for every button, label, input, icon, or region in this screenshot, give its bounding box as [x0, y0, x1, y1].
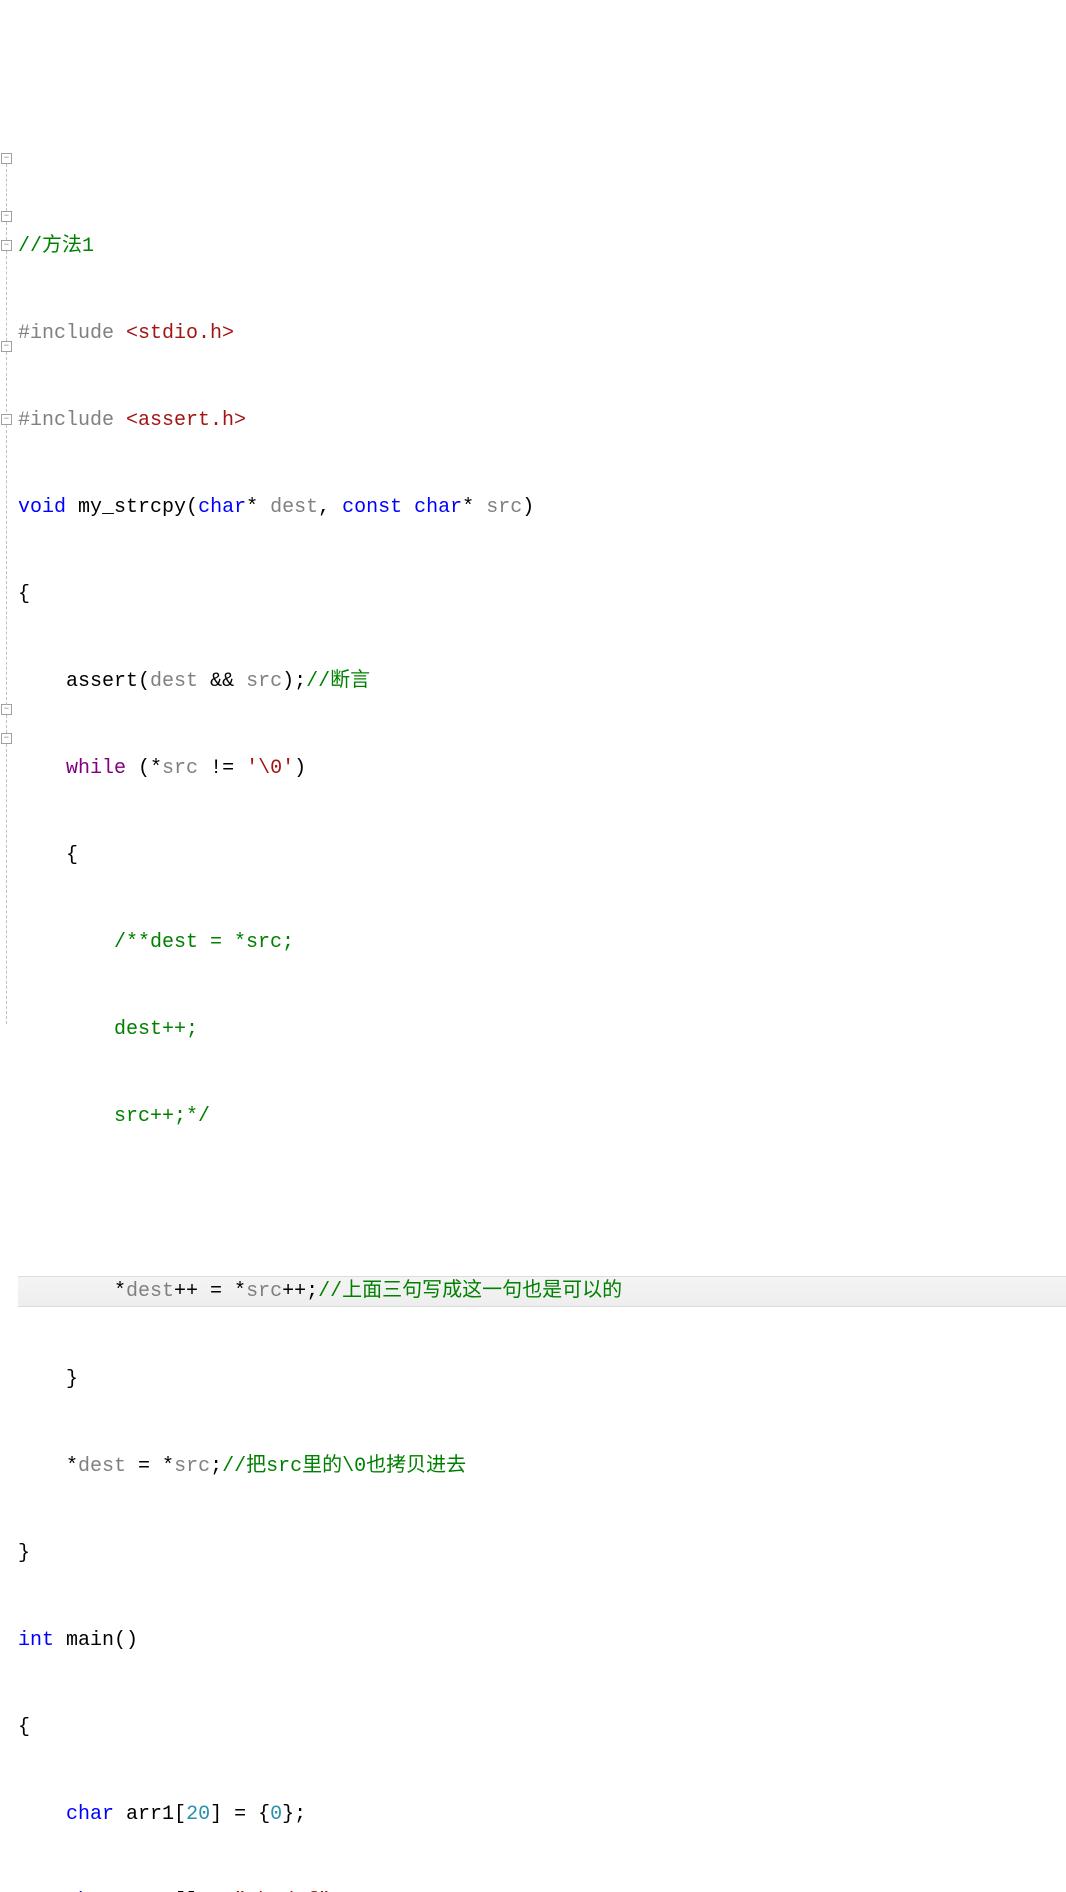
type: char	[66, 1890, 114, 1892]
code-line[interactable]: int main()	[18, 1626, 1066, 1655]
comment: /**dest = *src;	[114, 931, 294, 954]
number: 0	[270, 1803, 282, 1826]
identifier: dest	[126, 1280, 174, 1303]
fold-marker[interactable]: −	[1, 341, 12, 352]
type: char	[66, 1803, 114, 1826]
fold-marker[interactable]: −	[1, 704, 12, 715]
code-line[interactable]: char arr1[20] = {0};	[18, 1800, 1066, 1829]
code-line[interactable]: /**dest = *src;	[18, 928, 1066, 957]
code-line[interactable]: }	[18, 1539, 1066, 1568]
fold-gutter: − − − − − − −	[0, 116, 18, 1892]
identifier: dest	[78, 1455, 138, 1478]
comment: //上面三句写成这一句也是可以的	[318, 1280, 622, 1303]
code-line[interactable]: src++;*/	[18, 1102, 1066, 1131]
identifier: src	[162, 757, 210, 780]
code-line[interactable]: void my_strcpy(char* dest, const char* s…	[18, 493, 1066, 522]
code-line[interactable]: char arr2[] = "abcdef";	[18, 1887, 1066, 1892]
string-literal: "abcdef"	[234, 1890, 330, 1892]
identifier: arr1	[114, 1803, 174, 1826]
header: <stdio.h>	[126, 322, 234, 345]
fold-marker[interactable]: −	[1, 240, 12, 251]
code-line[interactable]: *dest = *src;//把src里的\0也拷贝进去	[18, 1452, 1066, 1481]
fold-marker[interactable]: −	[1, 733, 12, 744]
identifier: arr2	[114, 1890, 174, 1892]
brace: }	[18, 1542, 30, 1565]
identifier: src	[174, 1455, 210, 1478]
identifier: src	[246, 1280, 282, 1303]
header: <assert.h>	[126, 409, 246, 432]
brace: {	[18, 583, 30, 606]
fold-marker[interactable]: −	[1, 211, 12, 222]
comment: src++;*/	[114, 1105, 210, 1128]
code-line-current[interactable]: *dest++ = *src++;//上面三句写成这一句也是可以的	[18, 1276, 1066, 1307]
function-name: my_strcpy	[66, 496, 186, 519]
param: src	[486, 496, 522, 519]
code-line[interactable]: {	[18, 841, 1066, 870]
type: char	[414, 496, 462, 519]
code-line[interactable]: dest++;	[18, 1015, 1066, 1044]
code-line[interactable]: }	[18, 1365, 1066, 1394]
number: 20	[186, 1803, 210, 1826]
brace: {	[18, 1716, 30, 1739]
function-name: main	[54, 1629, 114, 1652]
comment: //把src里的\0也拷贝进去	[222, 1455, 466, 1478]
function-call: assert	[66, 670, 138, 693]
fold-marker[interactable]: −	[1, 414, 12, 425]
keyword: while	[66, 757, 126, 780]
param: dest	[270, 496, 318, 519]
identifier: dest	[150, 670, 210, 693]
keyword: const	[342, 496, 402, 519]
fold-marker[interactable]: −	[1, 153, 12, 164]
code-line[interactable]: #include <stdio.h>	[18, 319, 1066, 348]
type: char	[198, 496, 246, 519]
code-line[interactable]: assert(dest && src);//断言	[18, 667, 1066, 696]
code-line[interactable]	[18, 1189, 1066, 1218]
code-line[interactable]: #include <assert.h>	[18, 406, 1066, 435]
comment: dest++;	[114, 1018, 198, 1041]
code-editor[interactable]: − − − − − − − //方法1 #include <stdio.h> #…	[0, 116, 1066, 1892]
type: int	[18, 1629, 54, 1652]
comment: //断言	[306, 670, 370, 693]
brace: {	[66, 844, 78, 867]
identifier: src	[234, 670, 282, 693]
code-line[interactable]: {	[18, 580, 1066, 609]
code-line[interactable]: while (*src != '\0')	[18, 754, 1066, 783]
char-literal: '\0'	[246, 757, 294, 780]
code-line[interactable]: //方法1	[18, 232, 1066, 261]
code-line[interactable]: {	[18, 1713, 1066, 1742]
brace: }	[66, 1368, 78, 1391]
